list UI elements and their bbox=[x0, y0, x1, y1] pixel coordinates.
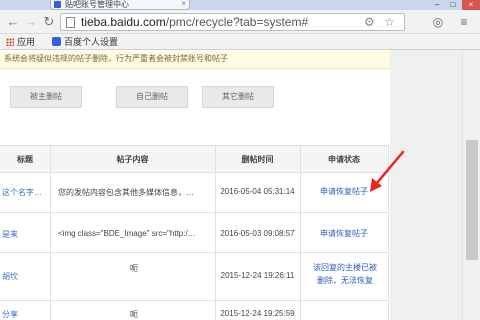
table-row: 胡坎 呃 2015-12-24 19:26:11 该回复的主楼已被删除，无法恢复 bbox=[0, 253, 388, 301]
browser-tab[interactable]: 贴吧账号管理中心 × bbox=[50, 0, 190, 10]
tieba-favicon-icon bbox=[54, 1, 61, 8]
tab-self-deleted[interactable]: 自己删帖 bbox=[116, 86, 188, 108]
tab-other-deleted[interactable]: 其它删帖 bbox=[202, 86, 274, 108]
extension-icon[interactable]: ◎ bbox=[430, 14, 446, 30]
bookmarks-bar: 应用 百度个人设置 bbox=[0, 34, 480, 50]
menu-icon[interactable]: ≡ bbox=[456, 14, 472, 30]
row-title-link[interactable]: 是来 bbox=[2, 229, 48, 240]
tab-title: 贴吧账号管理中心 bbox=[65, 0, 129, 9]
header-status: 申请状态 bbox=[328, 155, 360, 164]
url-path: /pmc/recycle?tab=system# bbox=[165, 15, 309, 29]
apps-grid-icon bbox=[6, 38, 14, 46]
table-row: 分享 呃 2015-12-24 19:25:59 bbox=[0, 301, 388, 320]
reload-icon[interactable]: ↻ bbox=[42, 15, 56, 29]
browser-toolbar: ← → ↻ tieba.baidu.com/pmc/recycle?tab=sy… bbox=[0, 10, 480, 34]
header-time: 删帖时间 bbox=[241, 155, 274, 164]
row-content: 您的发帖内容包含其他多媒体信息，… bbox=[58, 188, 194, 197]
row-content: 呃 bbox=[130, 310, 138, 319]
row-content: <img class="BDE_Image" src="http:/… bbox=[58, 229, 196, 238]
tab-admin-deleted[interactable]: 被主删帖 bbox=[10, 86, 82, 108]
maximize-icon[interactable]: □ bbox=[446, 0, 460, 10]
restore-post-link[interactable]: 申请恢复帖子 bbox=[300, 227, 388, 240]
bookmark-baidu-settings[interactable]: 百度个人设置 bbox=[52, 36, 118, 48]
notice-text: 系统会将疑似违规的帖子删除，行为严重者会被封禁账号和帖子 bbox=[4, 54, 228, 63]
notice-banner: 系统会将疑似违规的帖子删除，行为严重者会被封禁账号和帖子 bbox=[0, 51, 390, 69]
baidu-paw-icon bbox=[52, 37, 61, 46]
address-bar[interactable]: tieba.baidu.com/pmc/recycle?tab=system# … bbox=[60, 13, 405, 31]
row-time: 2015-12-24 19:25:59 bbox=[220, 309, 295, 318]
forward-arrow-icon[interactable]: → bbox=[24, 15, 38, 29]
row-time: 2015-12-24 19:26:11 bbox=[220, 271, 295, 280]
row-time: 2016-05-04 05:31:14 bbox=[220, 187, 295, 196]
tab-strip: 贴吧账号管理中心 × – □ × bbox=[0, 0, 480, 10]
scrollbar-thumb[interactable] bbox=[466, 140, 478, 260]
right-sidebar bbox=[390, 50, 462, 320]
delete-type-tabs: 被主删帖 自己删帖 其它删帖 bbox=[0, 86, 290, 108]
minimize-icon[interactable]: – bbox=[430, 0, 444, 10]
row-content: 呃 bbox=[130, 264, 138, 273]
back-arrow-icon[interactable]: ← bbox=[6, 15, 20, 29]
bookmark-apps[interactable]: 应用 bbox=[6, 36, 35, 48]
url-text: tieba.baidu.com/pmc/recycle?tab=system# bbox=[81, 15, 308, 29]
bookmark-star-icon[interactable]: ☆ bbox=[384, 15, 395, 29]
row-title-link[interactable]: 这个名字… bbox=[2, 187, 48, 198]
row-title-link[interactable]: 分享 bbox=[2, 309, 48, 320]
translate-icon[interactable]: ⚙ bbox=[364, 15, 375, 29]
table-row: 是来 <img class="BDE_Image" src="http:/… 2… bbox=[0, 213, 388, 253]
close-window-icon[interactable]: × bbox=[462, 0, 480, 10]
url-host: tieba.baidu.com bbox=[81, 15, 166, 29]
table-row: 这个名字… 您的发帖内容包含其他多媒体信息，… 2016-05-04 05:31… bbox=[0, 173, 388, 213]
status-cannot-restore: 该回复的主楼已被删除，无法恢复 bbox=[313, 263, 377, 285]
column-divider bbox=[388, 145, 389, 320]
table-header: 标题 帖子内容 删帖时间 申请状态 bbox=[0, 145, 388, 173]
row-title-link[interactable]: 胡坎 bbox=[2, 271, 48, 282]
header-title: 标题 bbox=[17, 155, 33, 164]
header-content: 帖子内容 bbox=[116, 155, 149, 164]
row-time: 2016-05-03 09:08:57 bbox=[220, 229, 295, 238]
page-viewport: 系统会将疑似违规的帖子删除，行为严重者会被封禁账号和帖子 被主删帖 自己删帖 其… bbox=[0, 50, 462, 320]
tab-close-icon[interactable]: × bbox=[181, 0, 186, 8]
restore-post-link[interactable]: 申请恢复帖子 bbox=[300, 185, 388, 198]
page-icon bbox=[66, 17, 75, 28]
page-scrollbar[interactable] bbox=[462, 50, 480, 320]
